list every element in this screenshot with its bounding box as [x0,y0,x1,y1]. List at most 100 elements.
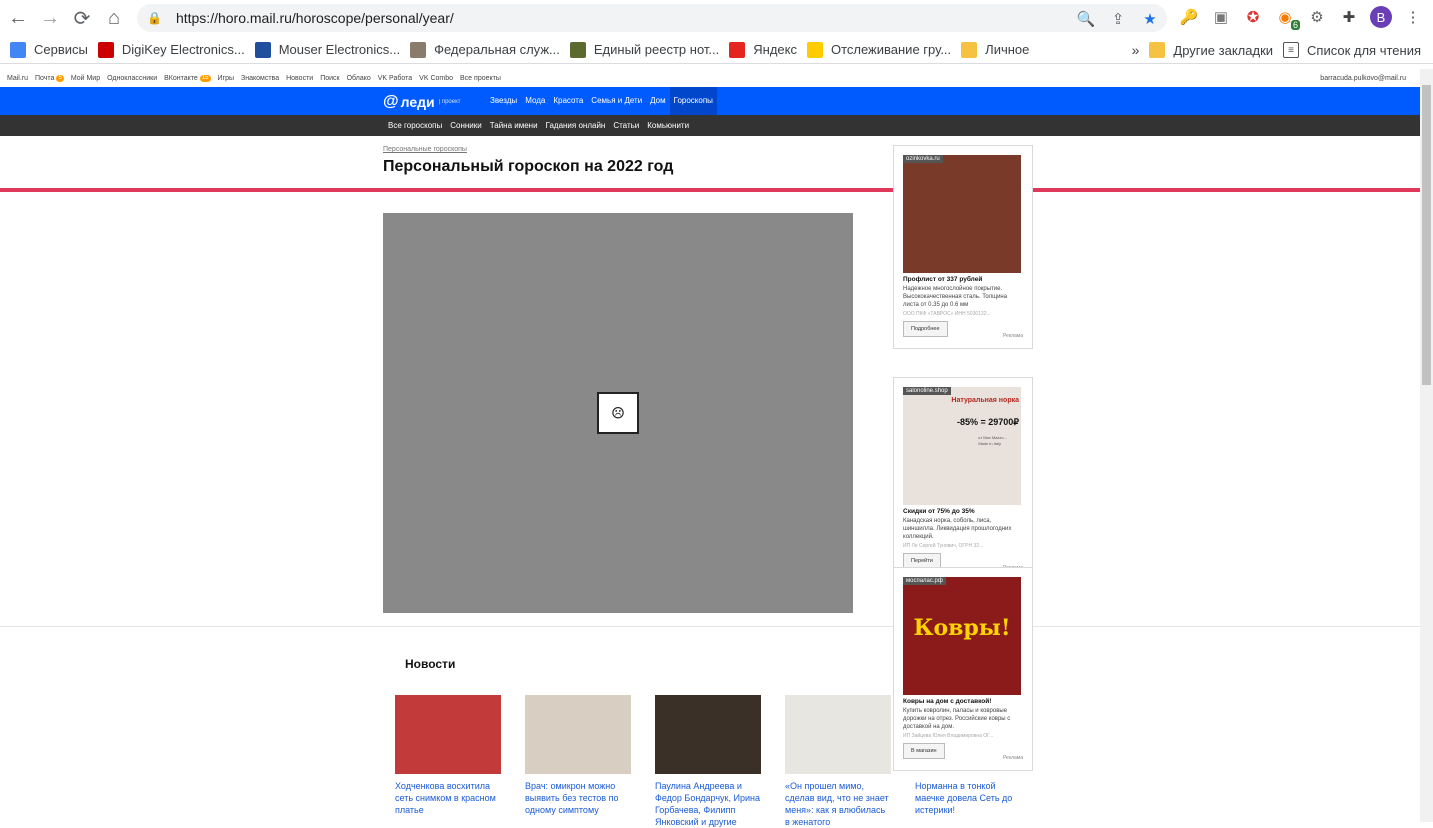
ad-card[interactable]: моспалас.рф Ковры! Ковры на дом с доставко… [893,567,1033,771]
news-image[interactable] [655,695,761,774]
bookmark-item[interactable]: DigiKey Electronics... [97,41,245,58]
ad-legal: ООО ПКФ «ТАВРОС» ИНН 5030132... [903,311,991,317]
ad-promo-small: от Max Mazzo... [978,435,1007,440]
ad-image[interactable]: моспалас.рф Ковры! [903,577,1021,695]
subnav-link[interactable]: Сонники [446,115,486,136]
star-extension-icon[interactable]: ✪ [1242,6,1264,28]
ad-card[interactable]: ozinkovka.ru Профлист от 337 рублей Надежн… [893,145,1033,349]
nav-link[interactable]: Семья и Дети [587,87,646,115]
bookmark-star-icon[interactable]: ★ [1139,8,1161,30]
bookmarks-bar: Сервисы DigiKey Electronics... Mouser Elec… [0,36,1433,64]
subnav-link[interactable]: Все гороскопы [384,115,446,136]
news-heading: Новости [405,657,456,671]
user-email[interactable]: barracuda.pulkovo@mail.ru [1320,75,1406,82]
nav-link[interactable]: Гороскопы [669,87,717,115]
scrollbar-thumb[interactable] [1422,85,1431,385]
subnav-link[interactable]: Тайна имени [486,115,542,136]
news-caption[interactable]: Норманна в тонкой маечке довела Сеть до … [915,780,1021,816]
bookmark-item[interactable]: Федеральная служ... [410,41,560,58]
bookmark-label: Сервисы [34,42,88,57]
address-bar[interactable]: 🔒 https://horo.mail.ru/horoscope/persona… [137,4,1167,32]
other-bookmarks[interactable]: Другие закладки [1149,42,1273,58]
portal-link[interactable]: Новости [286,75,313,82]
ad-promo: Ковры! [913,615,1011,641]
bookmark-item[interactable]: Сервисы [10,41,88,58]
news-image[interactable] [785,695,891,774]
portal-link[interactable]: Почта [35,75,54,82]
ad-image[interactable]: ozinkovka.ru [903,155,1021,273]
ad-title[interactable]: Ковры на дом с доставкой! [903,698,1023,705]
scrollbar[interactable] [1420,69,1433,822]
ad-button[interactable]: Подробнее [903,321,948,337]
cast-extension-icon[interactable]: ▣ [1210,6,1232,28]
key-extension-icon[interactable]: 🔑 [1178,6,1200,28]
news-caption[interactable]: Ходченкова восхитила сеть снимком в крас… [395,780,501,816]
breadcrumb[interactable]: Персональные гороскопы [383,146,467,153]
menu-icon[interactable]: ⋮ [1402,6,1424,28]
news-caption[interactable]: Паулина Андреева и Федор Бондарчук, Ирин… [655,780,761,828]
portal-link[interactable]: ВКонтакте [164,75,198,82]
bookmark-label: DigiKey Electronics... [121,42,245,57]
gear-extension-icon[interactable]: ⚙ [1306,6,1328,28]
portal-link[interactable]: Знакомства [241,75,279,82]
forward-icon[interactable]: → [34,2,66,34]
reading-list[interactable]: ≡ Список для чтения [1283,42,1421,58]
ad-title[interactable]: Профлист от 337 рублей [903,276,1023,283]
lady-logo[interactable]: @ леди | проект [383,93,461,111]
ad-description: Надежное многослойное покрытие. Высокока… [903,286,1008,308]
home-icon[interactable]: ⌂ [98,2,130,34]
puzzle-icon[interactable]: ✚ [1338,6,1360,28]
ad-image[interactable]: salonoline.shop Натуральная норка -85% = 2… [903,387,1021,505]
lock-icon: 🔒 [147,11,162,25]
portal-link[interactable]: Поиск [320,75,339,82]
folder-icon [1149,42,1166,58]
subnav-link[interactable]: Комьюнити [643,115,693,136]
bookmark-item[interactable]: Личное [961,41,1029,58]
portal-link[interactable]: Игры [218,75,235,82]
portal-link[interactable]: VK Работа [378,75,412,82]
ad-legal: ИП Ле Сергей Тунович, ОГРН 32... [903,543,984,549]
news-card[interactable]: «Он прошел мимо, сделав вид, что не знае… [785,695,891,828]
nav-link[interactable]: Мода [521,87,549,115]
portal-link[interactable]: Мой Мир [71,75,100,82]
avatar[interactable]: B [1370,6,1392,28]
fns-icon [410,41,427,58]
nav-link[interactable]: Дом [646,87,669,115]
ad-label: Реклама [1002,755,1023,761]
nav-link[interactable]: Красота [549,87,587,115]
news-card[interactable]: Врач: омикрон можно выявить без тестов п… [525,695,631,816]
news-caption[interactable]: «Он прошел мимо, сделав вид, что не знае… [785,780,891,828]
notification-extension-icon[interactable]: ◉ 6 [1274,6,1300,30]
subnav-link[interactable]: Статьи [609,115,643,136]
ad-title[interactable]: Скидки от 75% до 35% [903,508,1023,515]
news-image[interactable] [525,695,631,774]
extensions: 🔑 ▣ ✪ ◉ 6 ⚙ ✚ B ⋮ [1178,6,1424,30]
zoom-icon[interactable]: 🔍 [1075,8,1097,30]
reload-icon[interactable]: ⟳ [66,2,98,34]
news-caption[interactable]: Врач: омикрон можно выявить без тестов п… [525,780,631,816]
bookmark-item[interactable]: Mouser Electronics... [254,41,400,58]
news-card[interactable]: Ходченкова восхитила сеть снимком в крас… [395,695,501,816]
ad-promo-made: Made in Italy [978,441,1001,446]
bookmark-label: Федеральная служ... [434,42,560,57]
ad-card[interactable]: salonoline.shop Натуральная норка -85% = 2… [893,377,1033,581]
portal-link[interactable]: VK Combo [419,75,453,82]
portal-link[interactable]: Mail.ru [7,75,28,82]
extension-badge: 6 [1290,20,1300,30]
logo-sub: | проект [438,99,461,105]
url-text[interactable]: https://horo.mail.ru/horoscope/personal/… [176,10,454,26]
portal-link[interactable]: Одноклассники [107,75,157,82]
portal-link[interactable]: Все проекты [460,75,501,82]
bookmark-item[interactable]: Яндекс [729,41,797,58]
bookmark-item[interactable]: Отслеживание гру... [806,41,951,58]
back-icon[interactable]: ← [2,2,34,34]
news-card[interactable]: Паулина Андреева и Федор Бондарчук, Ирин… [655,695,761,828]
more-bookmarks-icon[interactable]: » [1132,42,1140,58]
nav-link[interactable]: Звезды [486,87,521,115]
bookmark-item[interactable]: Единый реестр нот... [569,41,719,58]
ad-button[interactable]: В магазин [903,743,945,759]
portal-link[interactable]: Облако [347,75,371,82]
share-icon[interactable]: ⇪ [1107,8,1129,30]
news-image[interactable] [395,695,501,774]
subnav-link[interactable]: Гадания онлайн [542,115,610,136]
